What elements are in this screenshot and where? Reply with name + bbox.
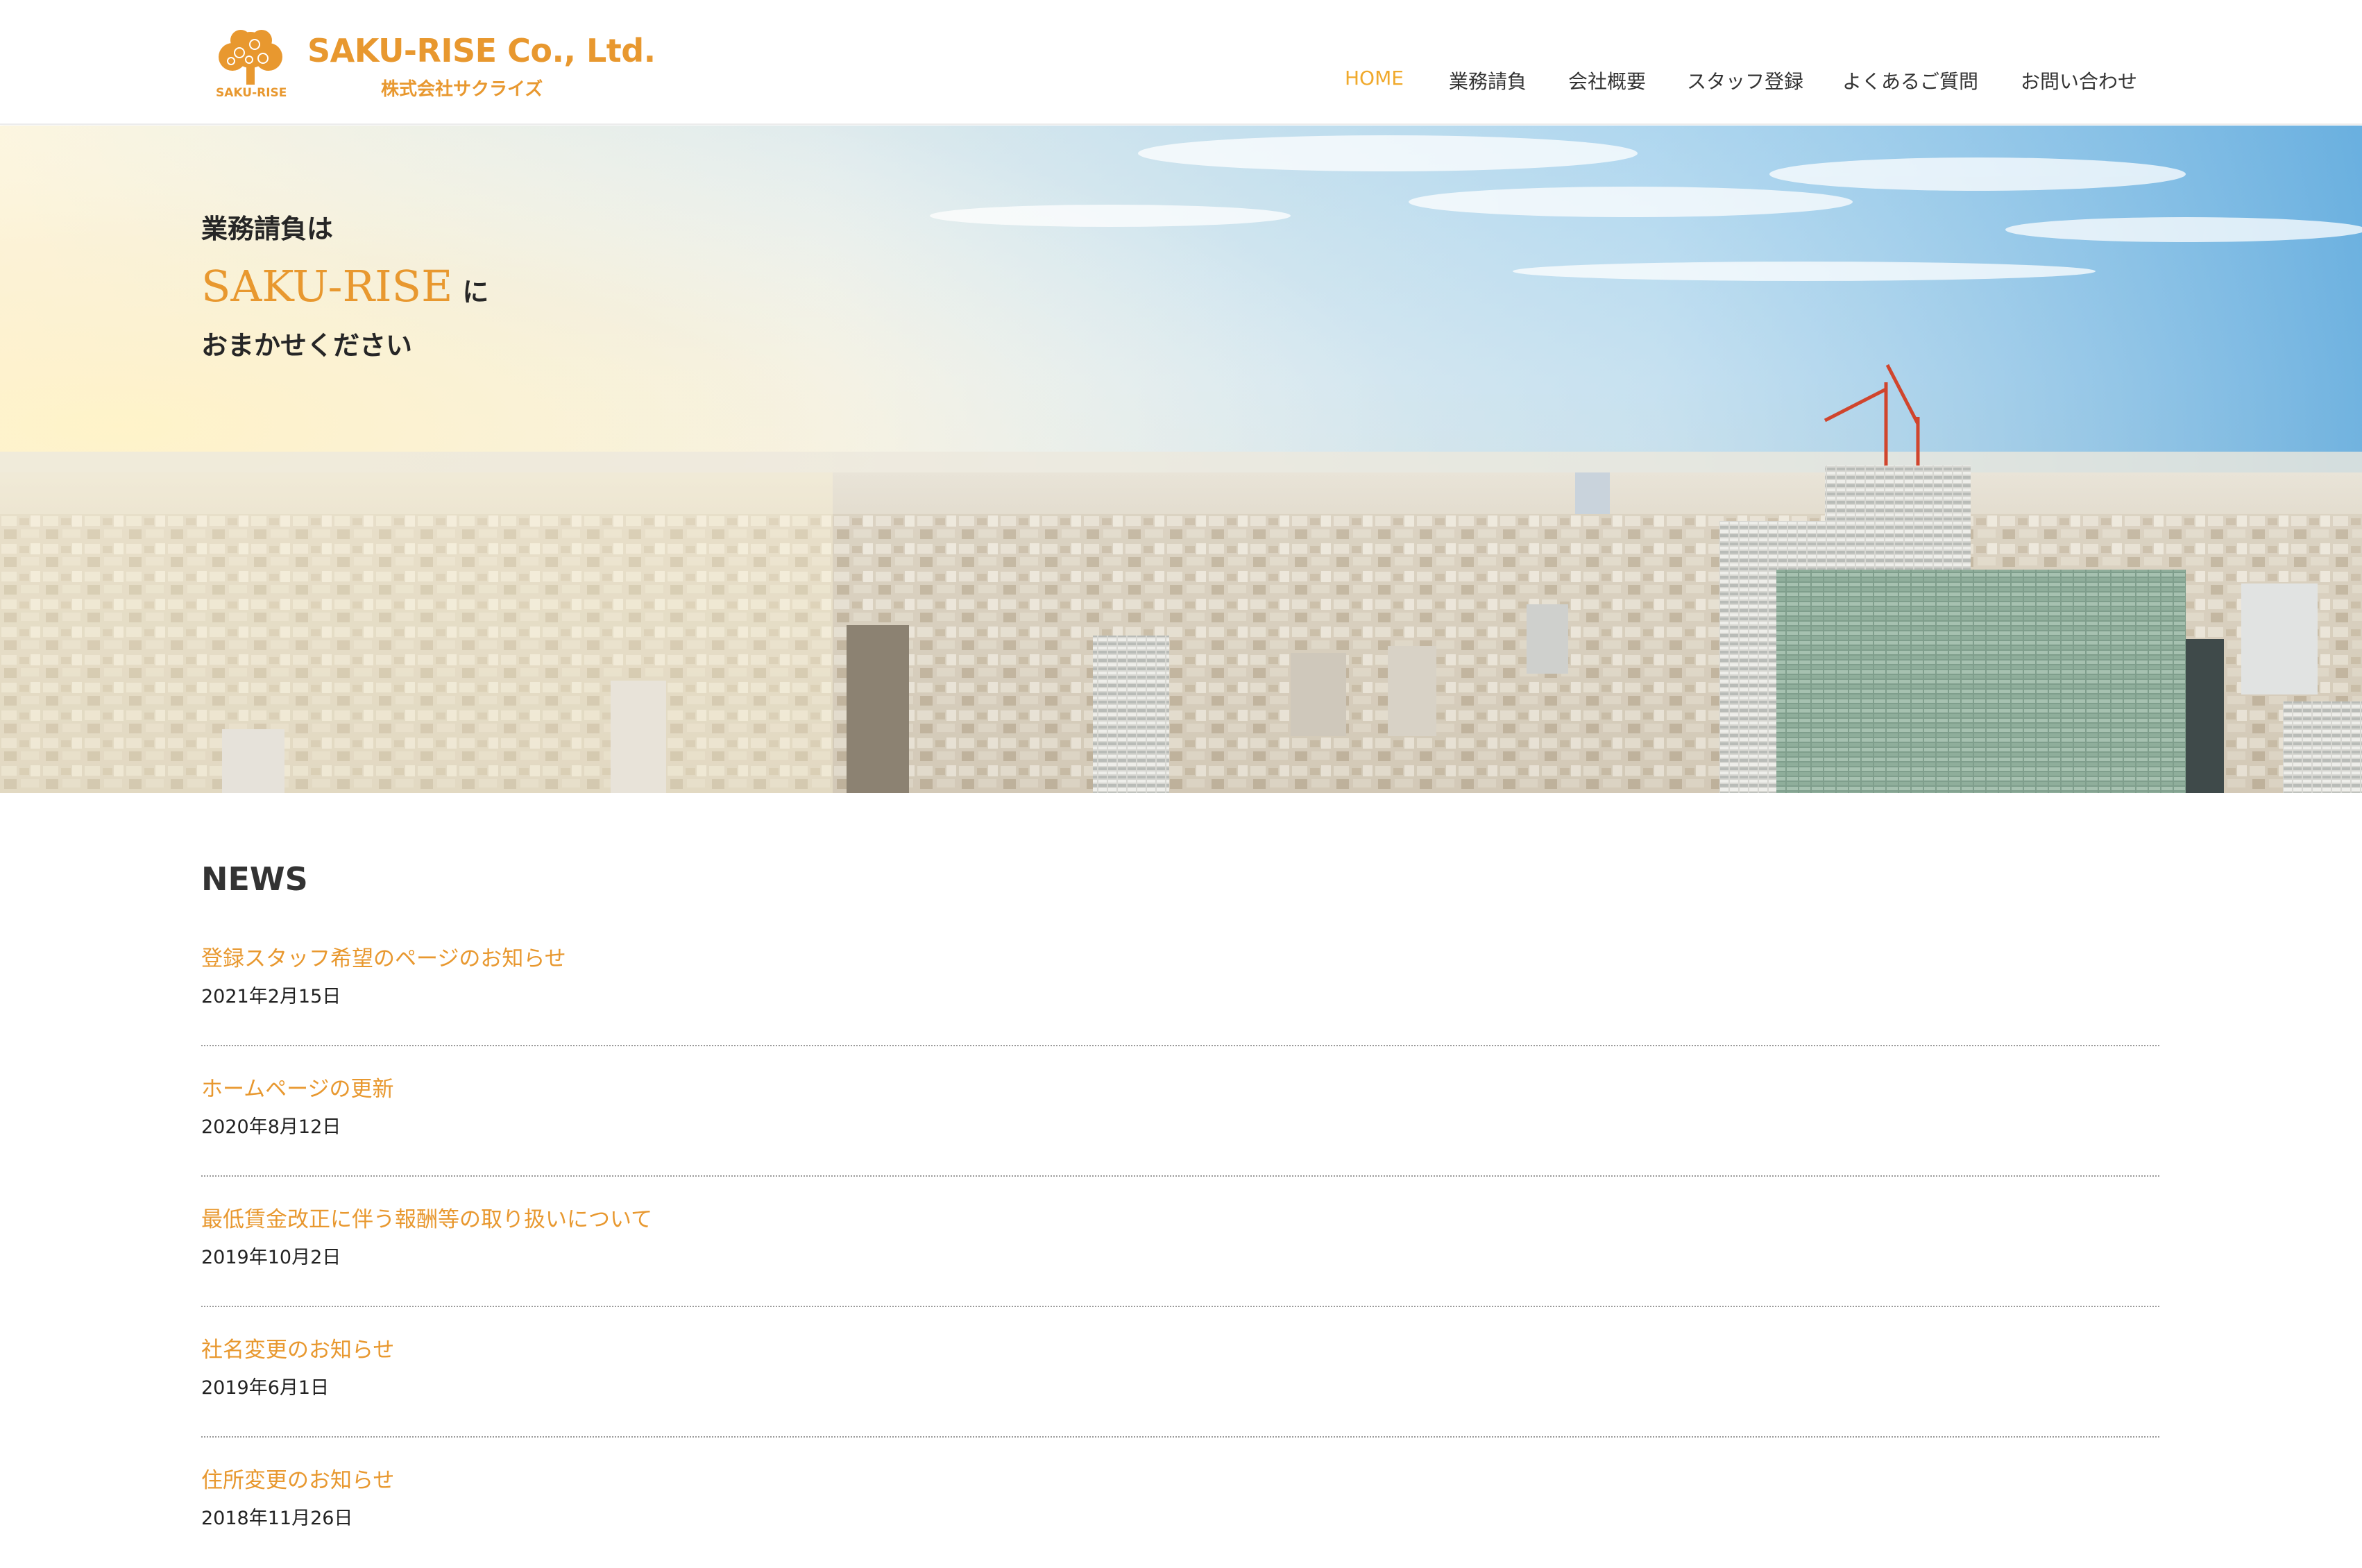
news-item-title[interactable]: 住所変更のお知らせ — [201, 1463, 394, 1494]
hero-particle: に — [462, 277, 489, 307]
news-item: 住所変更のお知らせ 2018年11月26日 — [201, 1438, 2159, 1568]
hero-banner: 業務請負は SAKU-RISE に おまかせください — [0, 126, 2362, 793]
hero-tagline-line1: 業務請負は — [201, 214, 334, 244]
nav-company-profile[interactable]: 会社概要 — [1568, 67, 1646, 94]
nav-home[interactable]: HOME — [1345, 67, 1404, 90]
nav-contact[interactable]: お問い合わせ — [2021, 67, 2137, 94]
news-heading: NEWS — [201, 860, 308, 898]
news-item: 社名変更のお知らせ 2019年6月1日 — [201, 1307, 2159, 1438]
hero-brand-name: SAKU-RISE — [201, 261, 453, 312]
news-item: ホームページの更新 2020年8月12日 — [201, 1046, 2159, 1177]
news-item-title[interactable]: ホームページの更新 — [201, 1071, 393, 1102]
news-item-date: 2018年11月26日 — [201, 1508, 353, 1529]
news-item-date: 2020年8月12日 — [201, 1116, 341, 1138]
news-item-date: 2021年2月15日 — [201, 986, 341, 1007]
nav-staff-registration[interactable]: スタッフ登録 — [1687, 67, 1803, 94]
company-name: SAKU-RISE Co., Ltd. — [307, 32, 656, 69]
news-item: 登録スタッフ希望のページのお知らせ 2021年2月15日 — [201, 924, 2159, 1046]
news-item: 最低賃金改正に伴う報酬等の取り扱いについて 2019年10月2日 — [201, 1177, 2159, 1307]
news-section: NEWS 登録スタッフ希望のページのお知らせ 2021年2月15日 ホームページ… — [201, 860, 2159, 1568]
site-header: SAKU-RISE SAKU-RISE Co., Ltd. 株式会社サクライズ … — [0, 0, 2362, 125]
nav-business-contract[interactable]: 業務請負 — [1449, 67, 1527, 94]
news-item-title[interactable]: 最低賃金改正に伴う報酬等の取り扱いについて — [201, 1202, 652, 1233]
hero-tagline-line2: SAKU-RISE に — [201, 261, 488, 312]
news-item-title[interactable]: 社名変更のお知らせ — [201, 1332, 394, 1363]
main-nav: HOME 業務請負 会社概要 スタッフ登録 よくあるご質問 お問い合わせ — [0, 67, 2362, 97]
hero-tagline: 業務請負は SAKU-RISE に おまかせください — [201, 207, 488, 362]
news-item-date: 2019年10月2日 — [201, 1247, 341, 1268]
news-item-date: 2019年6月1日 — [201, 1377, 330, 1399]
news-item-title[interactable]: 登録スタッフ希望のページのお知らせ — [201, 941, 566, 972]
hero-tagline-line3: おまかせください — [201, 330, 413, 361]
nav-faq[interactable]: よくあるご質問 — [1842, 67, 1978, 94]
